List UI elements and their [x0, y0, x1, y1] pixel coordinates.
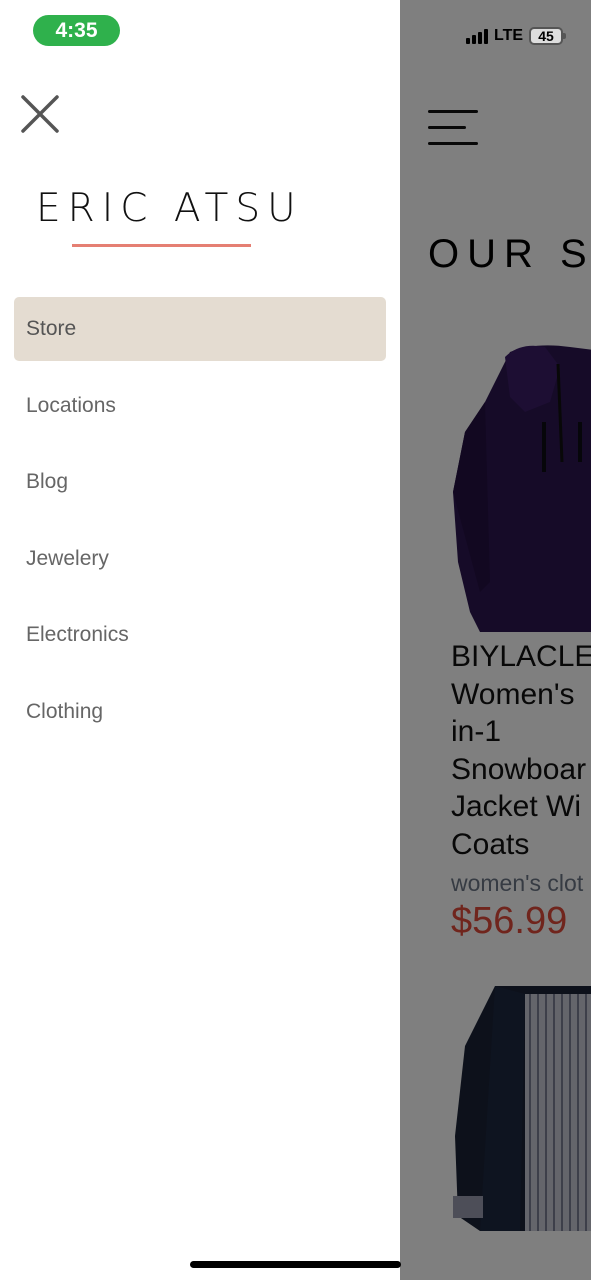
drawer-menu: Store Locations Blog Jewelery Electronic… — [14, 297, 386, 756]
brand-underline — [72, 244, 251, 247]
network-type: LTE — [494, 27, 524, 44]
brand-logo-text: ERIC ATSU — [36, 186, 303, 231]
menu-item-locations[interactable]: Locations — [14, 374, 386, 438]
menu-item-jewelery[interactable]: Jewelery — [14, 527, 386, 591]
menu-item-clothing[interactable]: Clothing — [14, 680, 386, 744]
menu-item-electronics[interactable]: Electronics — [14, 603, 386, 667]
menu-item-blog[interactable]: Blog — [14, 450, 386, 514]
battery-level: 45 — [538, 28, 554, 44]
status-time: 4:35 — [33, 15, 120, 46]
drawer-backdrop[interactable] — [400, 0, 591, 1280]
status-indicators: LTE 45 — [466, 24, 567, 48]
close-icon[interactable] — [20, 94, 60, 134]
cell-signal-icon — [466, 28, 488, 44]
navigation-drawer: ERIC ATSU Store Locations Blog Jewelery … — [0, 0, 400, 1280]
battery-icon: 45 — [529, 27, 567, 45]
menu-item-store[interactable]: Store — [14, 297, 386, 361]
home-indicator[interactable] — [190, 1261, 401, 1268]
